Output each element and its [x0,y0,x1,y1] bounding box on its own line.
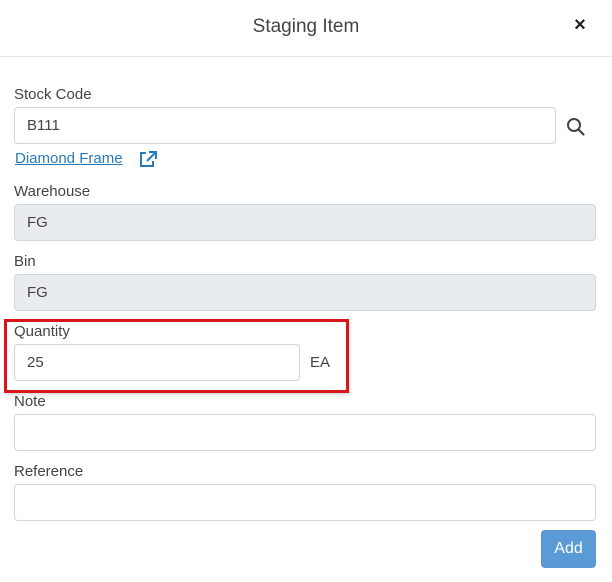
close-button[interactable]: × [569,13,591,37]
stock-code-input[interactable]: B111 [14,107,556,144]
reference-label: Reference [14,463,84,480]
external-link-icon[interactable] [138,150,158,168]
note-input[interactable] [14,414,596,451]
bin-field: FG [14,274,596,311]
modal-title: Staging Item [252,16,360,37]
stock-code-label: Stock Code [14,86,92,103]
bin-label: Bin [14,253,36,270]
search-icon[interactable] [563,114,589,140]
modal-header: Staging Item × [0,0,612,57]
quantity-label: Quantity [14,323,70,340]
warehouse-field: FG [14,204,596,241]
note-label: Note [14,393,46,410]
quantity-input[interactable]: 25 [14,344,300,381]
warehouse-label: Warehouse [14,183,91,200]
stock-description-link[interactable]: Diamond Frame [15,150,123,167]
add-button[interactable]: Add [541,530,596,568]
quantity-unit: EA [310,354,331,371]
reference-input[interactable] [14,484,596,521]
